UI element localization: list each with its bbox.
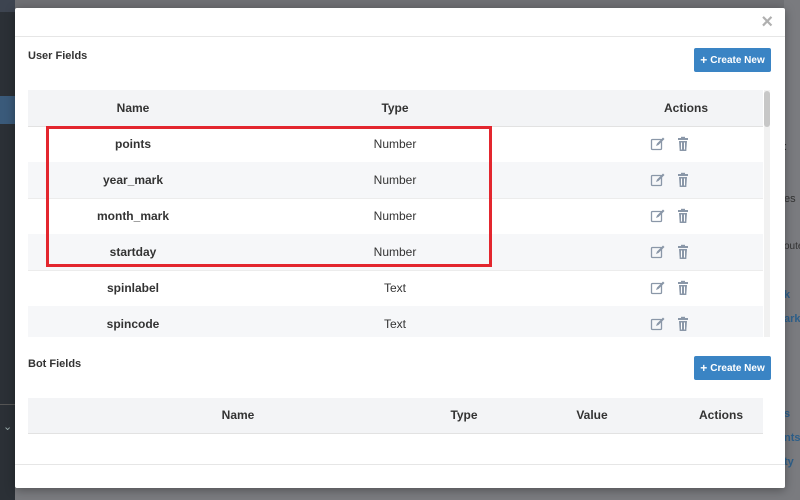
table-row: startday Number	[28, 234, 763, 271]
field-type: Number	[373, 137, 417, 151]
trash-icon[interactable]	[675, 136, 691, 152]
edit-icon[interactable]	[650, 316, 666, 332]
field-name: startday	[109, 245, 157, 259]
plus-icon: +	[700, 53, 708, 67]
field-name: month_mark	[96, 209, 170, 223]
field-type: Text	[383, 317, 406, 331]
field-name: spincode	[106, 317, 160, 331]
background-text: oute	[784, 241, 800, 252]
user-fields-create-button[interactable]: + Create New	[694, 48, 771, 72]
field-name: points	[115, 137, 151, 151]
trash-icon[interactable]	[675, 280, 691, 296]
field-name: spinlabel	[106, 281, 159, 295]
bot-fields-table-header: Name Type Value Actions	[28, 398, 763, 434]
trash-icon[interactable]	[675, 208, 691, 224]
background-footer	[15, 488, 800, 500]
edit-icon[interactable]	[650, 172, 666, 188]
edit-icon[interactable]	[650, 244, 666, 260]
column-header-actions: Actions	[698, 408, 743, 422]
edit-icon[interactable]	[650, 208, 666, 224]
modal-footer-divider	[15, 464, 785, 465]
background-sidebar-active-item	[0, 96, 15, 124]
table-row: spinlabel Text	[28, 270, 763, 307]
table-row: month_mark Number	[28, 198, 763, 235]
column-header-type: Type	[450, 408, 478, 422]
modal-header: ×	[15, 8, 785, 37]
column-header-value: Value	[576, 408, 608, 422]
column-header-type: Type	[381, 101, 409, 115]
table-header: Name Type Actions	[28, 90, 763, 127]
column-header-name: Name	[221, 408, 255, 422]
create-button-label: Create New	[710, 54, 765, 66]
table-scrollbar-thumb[interactable]	[764, 91, 770, 127]
chevron-down-icon: ⌄	[3, 421, 13, 433]
fields-modal: × User Fields + Create New Name Type Act…	[15, 8, 785, 488]
column-header-actions: Actions	[663, 101, 708, 115]
background-sidebar-top	[0, 0, 15, 12]
field-type: Number	[373, 245, 417, 259]
background-sidebar-divider	[0, 404, 15, 405]
background-link: ark	[784, 313, 800, 325]
close-icon[interactable]: ×	[761, 12, 773, 32]
trash-icon[interactable]	[675, 172, 691, 188]
background-link: ty	[784, 456, 794, 468]
plus-icon: +	[700, 361, 708, 375]
background-link: nts	[784, 432, 800, 444]
field-type: Text	[383, 281, 406, 295]
create-button-label: Create New	[710, 362, 765, 374]
field-type: Number	[373, 209, 417, 223]
user-fields-title: User Fields	[28, 50, 88, 62]
edit-icon[interactable]	[650, 136, 666, 152]
bot-fields-title: Bot Fields	[28, 358, 82, 370]
table-scrollbar-track[interactable]	[764, 90, 770, 337]
trash-icon[interactable]	[675, 316, 691, 332]
column-header-name: Name	[116, 101, 150, 115]
field-type: Number	[373, 173, 417, 187]
field-name: year_mark	[102, 173, 164, 187]
bot-fields-create-button[interactable]: + Create New	[694, 356, 771, 380]
background-text: es	[784, 193, 796, 205]
background-sidebar: ⌄	[0, 0, 15, 500]
table-row: year_mark Number	[28, 162, 763, 199]
table-row: spincode Text	[28, 306, 763, 337]
edit-icon[interactable]	[650, 280, 666, 296]
user-fields-table: Name Type Actions points Number year_mark N…	[28, 90, 763, 337]
table-row: points Number	[28, 126, 763, 163]
trash-icon[interactable]	[675, 244, 691, 260]
